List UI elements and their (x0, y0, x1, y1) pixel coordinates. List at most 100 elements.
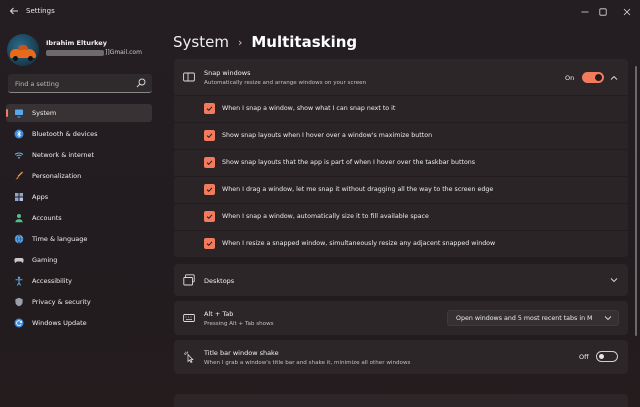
title-bar-shake-toggle[interactable] (596, 351, 618, 362)
title-bar-shake-card: Title bar window shake When I grab a win… (174, 340, 628, 374)
search-input[interactable]: Find a setting (8, 74, 152, 93)
snap-option-label: Show snap layouts that the app is part o… (222, 159, 476, 166)
brush-icon (15, 171, 23, 180)
snap-option-label: When I snap a window, show what I can sn… (222, 105, 396, 112)
user-name: Ibrahim Elturkey (46, 39, 107, 47)
shake-cursor-icon (183, 351, 194, 363)
snap-windows-title: Snap windows (204, 69, 251, 77)
accessibility-icon (15, 276, 23, 286)
email-redaction (46, 49, 104, 56)
snap-option-row[interactable]: When I snap a window, automatically size… (174, 204, 628, 230)
app-title: Settings (26, 7, 55, 15)
checkmark-icon (206, 160, 213, 166)
alt-tab-dropdown[interactable]: Open windows and 5 most recent tabs in M (447, 310, 619, 326)
snap-option-row[interactable]: When I snap a window, show what I can sn… (174, 96, 628, 122)
sidebar-item-bluetooth[interactable]: Bluetooth & devices (6, 125, 152, 143)
snap-option-row[interactable]: When I resize a snapped window, simultan… (174, 231, 628, 257)
sidebar-item-label: Accounts (32, 214, 62, 222)
person-icon (15, 214, 23, 223)
chevron-up-icon[interactable] (609, 73, 619, 83)
sidebar-item-label: Accessibility (32, 277, 72, 285)
user-email: ]]Gmail.com (46, 49, 142, 56)
sidebar-item-label: Network & internet (32, 151, 95, 159)
desktops-card[interactable]: Desktops (174, 264, 628, 296)
checkbox[interactable] (204, 184, 215, 195)
sidebar-item-windows-update[interactable]: Windows Update (6, 314, 152, 332)
alt-tab-selected-value: Open windows and 5 most recent tabs in M (456, 315, 593, 322)
sidebar-item-label: Apps (32, 193, 49, 201)
chevron-down-icon[interactable] (609, 275, 619, 285)
checkbox[interactable] (204, 103, 215, 114)
back-arrow-icon[interactable] (6, 5, 22, 21)
sidebar-item-time-language[interactable]: Time & language (6, 230, 152, 248)
minimize-icon (581, 11, 589, 13)
gamepad-icon (14, 258, 24, 263)
sidebar-item-label: Gaming (32, 256, 58, 264)
breadcrumb-separator: › (237, 35, 243, 49)
maximize-icon (599, 8, 607, 16)
snap-option-row[interactable]: Show snap layouts when I hover over a wi… (174, 123, 628, 149)
sidebar-item-label: Privacy & security (32, 298, 91, 306)
title-bar-shake-title: Title bar window shake (204, 349, 279, 357)
close-button[interactable] (616, 3, 638, 21)
sidebar-item-label: System (32, 109, 57, 117)
breadcrumb-parent[interactable]: System (173, 33, 229, 51)
snap-option-row[interactable]: When I drag a window, let me snap it wit… (174, 177, 628, 203)
sidebar-item-label: Personalization (32, 172, 82, 180)
sidebar-item-label: Windows Update (32, 319, 87, 327)
breadcrumb: System › Multitasking (173, 33, 357, 51)
sidebar-item-accessibility[interactable]: Accessibility (6, 272, 152, 290)
sidebar-item-network[interactable]: Network & internet (6, 146, 152, 164)
title-bar-shake-subtitle: When I grab a window's title bar and sha… (204, 360, 411, 366)
wifi-icon (14, 152, 24, 159)
sidebar-item-system[interactable]: System (6, 104, 152, 122)
main-content: System › Multitasking Snap windows Autom… (160, 26, 632, 407)
snap-option-row[interactable]: Show snap layouts that the app is part o… (174, 150, 628, 176)
sidebar-item-gaming[interactable]: Gaming (6, 251, 152, 269)
monitor-icon (15, 109, 23, 118)
alt-tab-subtitle: Pressing Alt + Tab shows (204, 321, 274, 327)
checkmark-icon (206, 187, 213, 193)
sidebar-item-label: Bluetooth & devices (32, 130, 98, 138)
title-bar: Settings (0, 0, 640, 26)
sidebar: Ibrahim Elturkey ]]Gmail.com Find a sett… (0, 26, 160, 407)
avatar[interactable] (7, 34, 39, 66)
sidebar-item-accounts[interactable]: Accounts (6, 209, 152, 227)
alt-tab-card: Alt + Tab Pressing Alt + Tab shows Open … (174, 301, 628, 335)
checkmark-icon (206, 214, 213, 220)
sidebar-item-privacy[interactable]: Privacy & security (6, 293, 152, 311)
checkmark-icon (206, 133, 213, 139)
snap-windows-icon (183, 72, 195, 82)
next-setting-card[interactable] (174, 394, 628, 407)
desktops-icon (183, 274, 195, 286)
update-icon (14, 318, 24, 328)
snap-windows-toggle[interactable] (582, 72, 604, 83)
maximize-button[interactable] (592, 3, 614, 21)
sidebar-item-apps[interactable]: Apps (6, 188, 152, 206)
globe-clock-icon (14, 234, 24, 244)
user-email-suffix: ]]Gmail.com (105, 49, 142, 56)
checkbox[interactable] (204, 157, 215, 168)
snap-option-label: When I drag a window, let me snap it wit… (222, 186, 494, 193)
active-indicator (6, 109, 8, 117)
apps-icon (15, 193, 23, 201)
sidebar-item-personalization[interactable]: Personalization (6, 167, 152, 185)
snap-toggle-label: On (565, 74, 575, 82)
snap-option-label: When I resize a snapped window, simultan… (222, 240, 496, 247)
checkbox[interactable] (204, 238, 215, 249)
search-placeholder: Find a setting (15, 80, 59, 88)
search-icon (136, 78, 146, 88)
scrollbar-thumb[interactable] (635, 66, 637, 336)
checkbox[interactable] (204, 130, 215, 141)
desktops-title: Desktops (204, 277, 235, 285)
snap-windows-card[interactable]: Snap windows Automatically resize and ar… (174, 59, 628, 95)
checkbox[interactable] (204, 211, 215, 222)
settings-window: Settings Ibrahim Elturkey ]]Gmail.com Fi… (0, 0, 640, 407)
scrollbar[interactable] (632, 26, 640, 407)
sidebar-item-label: Time & language (32, 235, 88, 243)
chevron-down-icon (604, 316, 612, 321)
shake-toggle-label: Off (579, 353, 589, 361)
keyboard-icon (183, 314, 195, 322)
checkmark-icon (206, 106, 213, 112)
checkmark-icon (206, 241, 213, 247)
